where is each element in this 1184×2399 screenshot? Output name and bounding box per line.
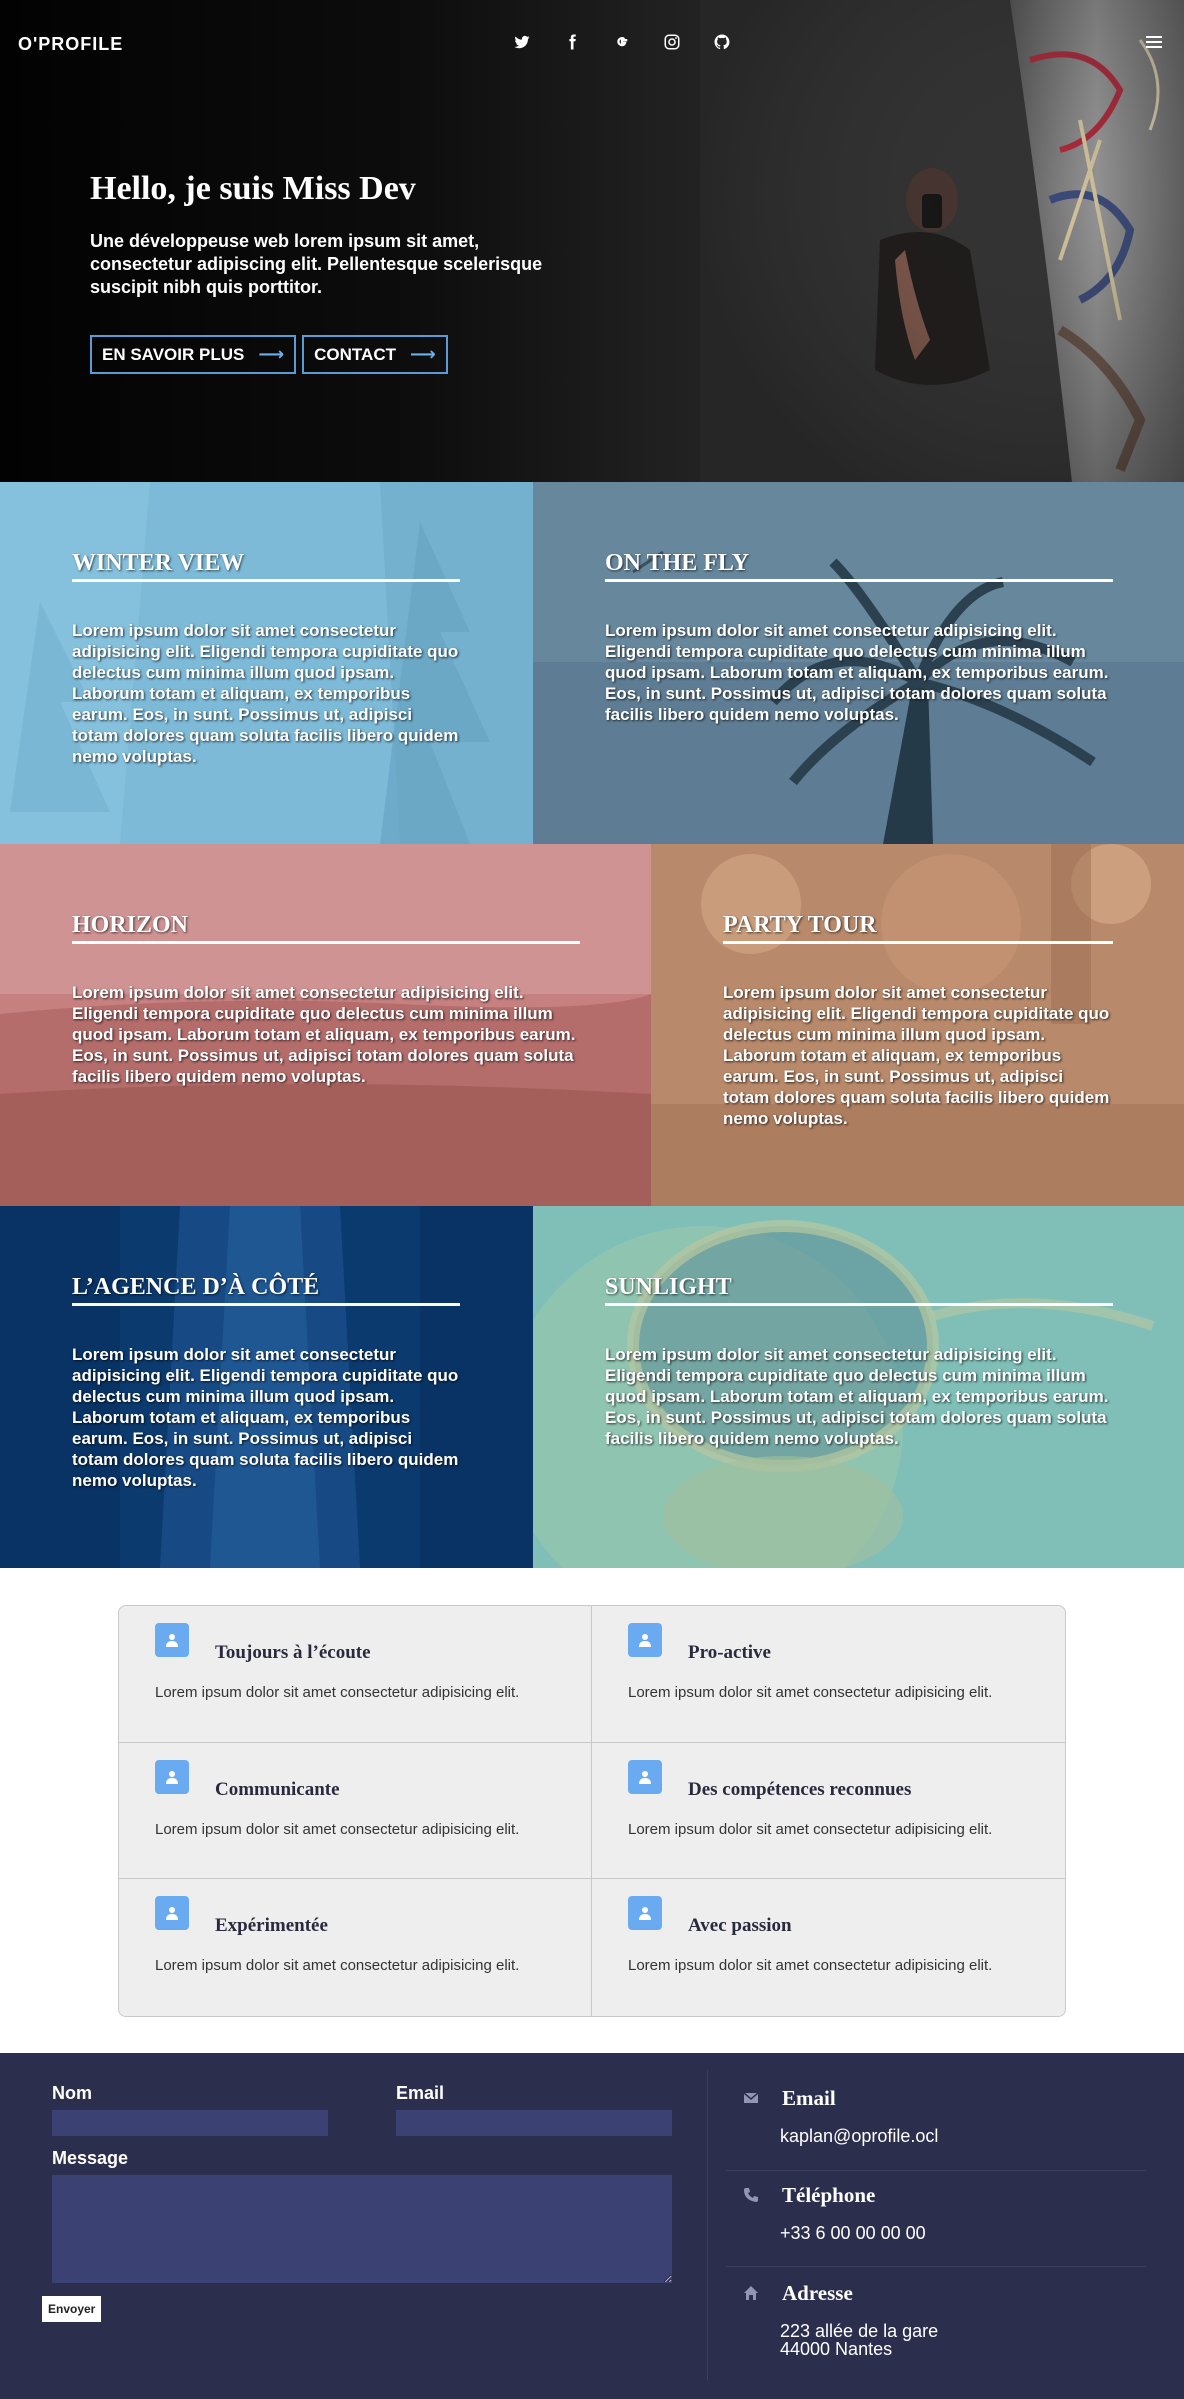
contact-button[interactable]: CONTACT ⟶ <box>302 335 448 374</box>
email-input[interactable] <box>396 2110 672 2136</box>
feature-card: Communicante Lorem ipsum dolor sit amet … <box>119 1742 592 1880</box>
tile-text: Lorem ipsum dolor sit amet consectetur a… <box>72 983 576 1086</box>
hero-section: O'PROFILE Hello, je suis Miss Dev Une dé… <box>0 0 1184 482</box>
message-label: Message <box>52 2148 129 2168</box>
project-tile-winter-view[interactable]: WINTER VIEW Lorem ipsum dolor sit amet c… <box>0 482 533 844</box>
name-label: Nom <box>52 2083 92 2103</box>
project-tile-sunlight[interactable]: SUNLIGHT Lorem ipsum dolor sit amet cons… <box>533 1206 1184 1568</box>
feature-card: Expérimentée Lorem ipsum dolor sit amet … <box>119 1879 592 2016</box>
arrow-right-icon: ⟶ <box>258 344 285 364</box>
hero-content: Hello, je suis Miss Dev Une développeuse… <box>90 170 570 299</box>
contact-address-header: Adresse <box>726 2280 1146 2306</box>
contact-divider <box>707 2070 708 2380</box>
contact-address-title: Adresse <box>782 2280 853 2305</box>
user-icon <box>628 1759 662 1794</box>
twitter-icon[interactable] <box>510 30 534 54</box>
email-label: Email <box>396 2083 445 2103</box>
top-navbar: O'PROFILE <box>0 0 1184 88</box>
facebook-icon[interactable] <box>560 30 584 54</box>
feature-title: Pro-active <box>688 1642 771 1663</box>
features-grid: Toujours à l’écoute Lorem ipsum dolor si… <box>118 1605 1066 2017</box>
name-input[interactable] <box>52 2110 328 2136</box>
tile-title: PARTY TOUR <box>723 912 1113 944</box>
tile-text: Lorem ipsum dolor sit amet consectetur a… <box>72 1345 459 1490</box>
home-icon <box>738 2280 764 2306</box>
feature-text: Lorem ipsum dolor sit amet consectetur a… <box>628 1820 993 1838</box>
contact-address-line-1: 223 allée de la gare <box>780 2321 939 2341</box>
tile-content: HORIZON Lorem ipsum dolor sit amet conse… <box>72 912 580 1087</box>
contact-email-title: Email <box>782 2085 836 2110</box>
feature-card: Avec passion Lorem ipsum dolor sit amet … <box>592 1879 1065 2016</box>
feature-card: Des compétences reconnues Lorem ipsum do… <box>592 1743 1065 1880</box>
tile-title: L’AGENCE D’À CÔTÉ <box>72 1274 460 1306</box>
name-group: Nom <box>52 2083 328 2136</box>
contact-email-value[interactable]: kaplan@oprofile.ocl <box>780 2127 1146 2145</box>
feature-text: Lorem ipsum dolor sit amet consectetur a… <box>155 1957 520 1975</box>
user-icon <box>628 1896 662 1931</box>
feature-text: Lorem ipsum dolor sit amet consectetur a… <box>155 1820 520 1838</box>
feature-title: Toujours à l’écoute <box>215 1642 371 1663</box>
contact-phone-value[interactable]: +33 6 00 00 00 00 <box>780 2224 1146 2242</box>
tile-content: ON THE FLY Lorem ipsum dolor sit amet co… <box>605 550 1113 725</box>
tile-content: SUNLIGHT Lorem ipsum dolor sit amet cons… <box>605 1274 1113 1449</box>
google-icon[interactable] <box>610 30 634 54</box>
feature-title: Des compétences reconnues <box>688 1778 912 1800</box>
tile-text: Lorem ipsum dolor sit amet consectetur a… <box>723 983 1110 1128</box>
feature-title: Communicante <box>215 1778 340 1800</box>
learn-more-button[interactable]: EN SAVOIR PLUS ⟶ <box>90 335 297 374</box>
instagram-icon[interactable] <box>660 30 684 54</box>
hero-title: Hello, je suis Miss Dev <box>90 170 416 207</box>
brand-logo[interactable]: O'PROFILE <box>18 34 123 55</box>
user-icon <box>155 1623 189 1657</box>
contact-address-line-2: 44000 Nantes <box>780 2339 893 2359</box>
arrow-right-icon: ⟶ <box>409 344 436 364</box>
feature-title: Avec passion <box>688 1915 792 1937</box>
feature-title: Expérimentée <box>215 1915 328 1937</box>
contact-phone-header: Téléphone <box>726 2182 1146 2208</box>
project-tile-on-the-fly[interactable]: ON THE FLY Lorem ipsum dolor sit amet co… <box>533 482 1184 844</box>
info-divider <box>726 2170 1146 2171</box>
hero-buttons: EN SAVOIR PLUS ⟶ CONTACT ⟶ <box>90 335 448 374</box>
contact-address-block: Adresse 223 allée de la gare 44000 Nante… <box>726 2280 1146 2358</box>
social-links <box>510 30 734 54</box>
learn-more-label: EN SAVOIR PLUS <box>102 344 245 364</box>
tile-title: ON THE FLY <box>605 550 1113 582</box>
tile-text: Lorem ipsum dolor sit amet consectetur a… <box>72 621 459 766</box>
phone-icon <box>738 2182 764 2208</box>
tile-content: PARTY TOUR Lorem ipsum dolor sit amet co… <box>723 912 1113 1129</box>
contact-phone-title: Téléphone <box>782 2182 876 2207</box>
user-icon <box>155 1896 189 1931</box>
contact-email-header: Email <box>726 2085 1146 2111</box>
contact-label: CONTACT <box>314 344 396 364</box>
user-icon <box>155 1759 189 1794</box>
contact-email-block: Email kaplan@oprofile.ocl <box>726 2085 1146 2145</box>
tile-title: HORIZON <box>72 912 580 944</box>
envelope-icon <box>738 2085 764 2111</box>
feature-card: Toujours à l’écoute Lorem ipsum dolor si… <box>119 1606 592 1743</box>
send-button[interactable]: Envoyer <box>42 2296 102 2322</box>
github-icon[interactable] <box>710 30 734 54</box>
contact-phone-block: Téléphone +33 6 00 00 00 00 <box>726 2182 1146 2242</box>
feature-text: Lorem ipsum dolor sit amet consectetur a… <box>628 1684 993 1701</box>
hero-text: Une développeuse web lorem ipsum sit ame… <box>90 231 543 297</box>
project-tile-party-tour[interactable]: PARTY TOUR Lorem ipsum dolor sit amet co… <box>651 844 1184 1206</box>
projects-grid: WINTER VIEW Lorem ipsum dolor sit amet c… <box>0 482 1184 1568</box>
tile-content: L’AGENCE D’À CÔTÉ Lorem ipsum dolor sit … <box>72 1274 460 1491</box>
feature-card: Pro-active Lorem ipsum dolor sit amet co… <box>592 1606 1065 1743</box>
hamburger-menu-icon[interactable] <box>1146 34 1162 50</box>
info-divider <box>726 2266 1146 2267</box>
project-tile-agence[interactable]: L’AGENCE D’À CÔTÉ Lorem ipsum dolor sit … <box>0 1206 533 1568</box>
project-tile-horizon[interactable]: HORIZON Lorem ipsum dolor sit amet conse… <box>0 844 651 1206</box>
feature-text: Lorem ipsum dolor sit amet consectetur a… <box>155 1684 520 1701</box>
tile-content: WINTER VIEW Lorem ipsum dolor sit amet c… <box>72 550 460 767</box>
message-group: Message <box>52 2148 672 2283</box>
tile-title: SUNLIGHT <box>605 1274 1113 1306</box>
feature-text: Lorem ipsum dolor sit amet consectetur a… <box>628 1957 993 1975</box>
tile-title: WINTER VIEW <box>72 550 460 582</box>
message-textarea[interactable] <box>52 2175 672 2283</box>
user-icon <box>628 1623 662 1657</box>
tile-text: Lorem ipsum dolor sit amet consectetur a… <box>605 621 1109 724</box>
email-group: Email <box>396 2083 672 2136</box>
tile-text: Lorem ipsum dolor sit amet consectetur a… <box>605 1345 1109 1448</box>
